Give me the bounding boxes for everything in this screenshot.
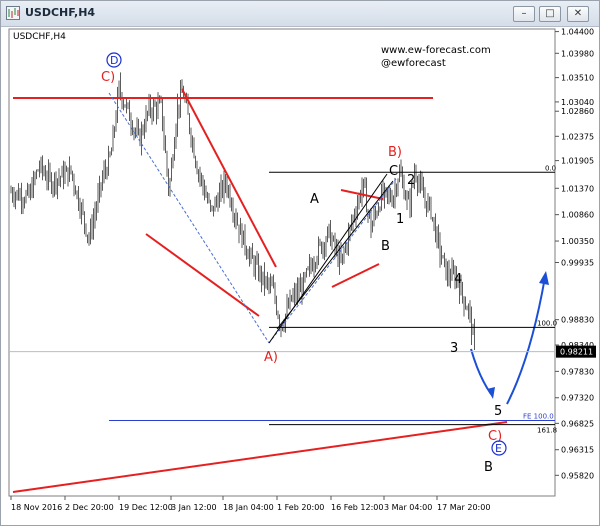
wave-label: B) [388,145,402,160]
wave-label: 3 [450,341,458,356]
close-button[interactable]: ✕ [567,6,589,22]
chart-window-icon [6,6,20,20]
y-tick-label: 1.01370 [561,184,594,193]
y-tick-label: 1.04400 [561,28,594,37]
fib-level-0-label: 0.0 [545,164,556,172]
wave-label: 2 [407,173,415,188]
y-tick-label: 0.96825 [561,419,594,428]
x-tick-label: 16 Feb 12:00 [331,503,383,512]
x-tick-label: 3 Mar 04:00 [384,503,432,512]
y-tick-label: 0.99935 [561,259,594,268]
y-tick-label: 1.00350 [561,237,594,246]
wave-label: E [495,442,502,455]
y-tick-label: 1.03980 [561,49,594,58]
y-tick-label: 0.97830 [561,367,594,376]
price-chart[interactable]: USDCHF,H4 www.ew-forecast.com @ewforecas… [1,27,599,525]
wave-label: 5 [494,404,502,419]
y-tick-label: 0.97320 [561,394,594,403]
window-title: USDCHF,H4 [25,6,96,19]
x-tick-label: 17 Mar 20:00 [437,503,490,512]
symbol-label: USDCHF,H4 [13,32,66,42]
wave-label: 4 [454,272,462,287]
x-tick-label: 1 Feb 20:00 [277,503,324,512]
wave-label: D [110,54,118,67]
wave-label: B [484,460,493,475]
x-tick-label: 19 Dec 12:00 [119,503,173,512]
wave-label: 1 [396,212,404,227]
minimize-button[interactable]: – [513,6,535,22]
chart-window: USDCHF,H4 – □ ✕ USDCHF,H4 www.ew-forecas… [0,0,600,526]
wave-label: C [389,164,398,179]
x-tick-label: 18 Nov 2016 [11,503,62,512]
wave-label: A) [264,350,278,365]
fe-level-100-label: FE 100.0 [523,412,554,420]
y-tick-label: 1.01905 [561,157,594,166]
y-tick-label: 1.02375 [561,132,594,141]
maximize-button[interactable]: □ [539,6,561,22]
current-price-label: 0.98211 [560,348,593,357]
x-tick-label: 3 Jan 12:00 [171,503,217,512]
y-tick-label: 0.98830 [561,316,594,325]
y-tick-label: 0.96315 [561,446,594,455]
y-tick-label: 1.03040 [561,98,594,107]
watermark-handle: @ewforecast [381,58,446,69]
wave-label: B [381,239,390,254]
y-tick-label: 1.00860 [561,211,594,220]
wave-label: A [310,192,319,207]
wave-label: C) [101,70,115,85]
maximize-icon: □ [545,8,555,19]
fib-level-100-label: 100.0 [537,319,557,327]
y-tick-label: 1.02860 [561,107,594,116]
x-tick-label: 18 Jan 04:00 [223,503,274,512]
fib-level-161-label: 161.8 [537,427,557,435]
watermark-website: www.ew-forecast.com [381,45,491,56]
minimize-icon: – [521,8,527,19]
close-icon: ✕ [573,8,583,19]
title-bar[interactable]: USDCHF,H4 – □ ✕ [1,1,599,27]
y-tick-label: 0.95820 [561,471,594,480]
x-tick-label: 2 Dec 20:00 [65,503,114,512]
y-tick-label: 1.03510 [561,74,594,83]
